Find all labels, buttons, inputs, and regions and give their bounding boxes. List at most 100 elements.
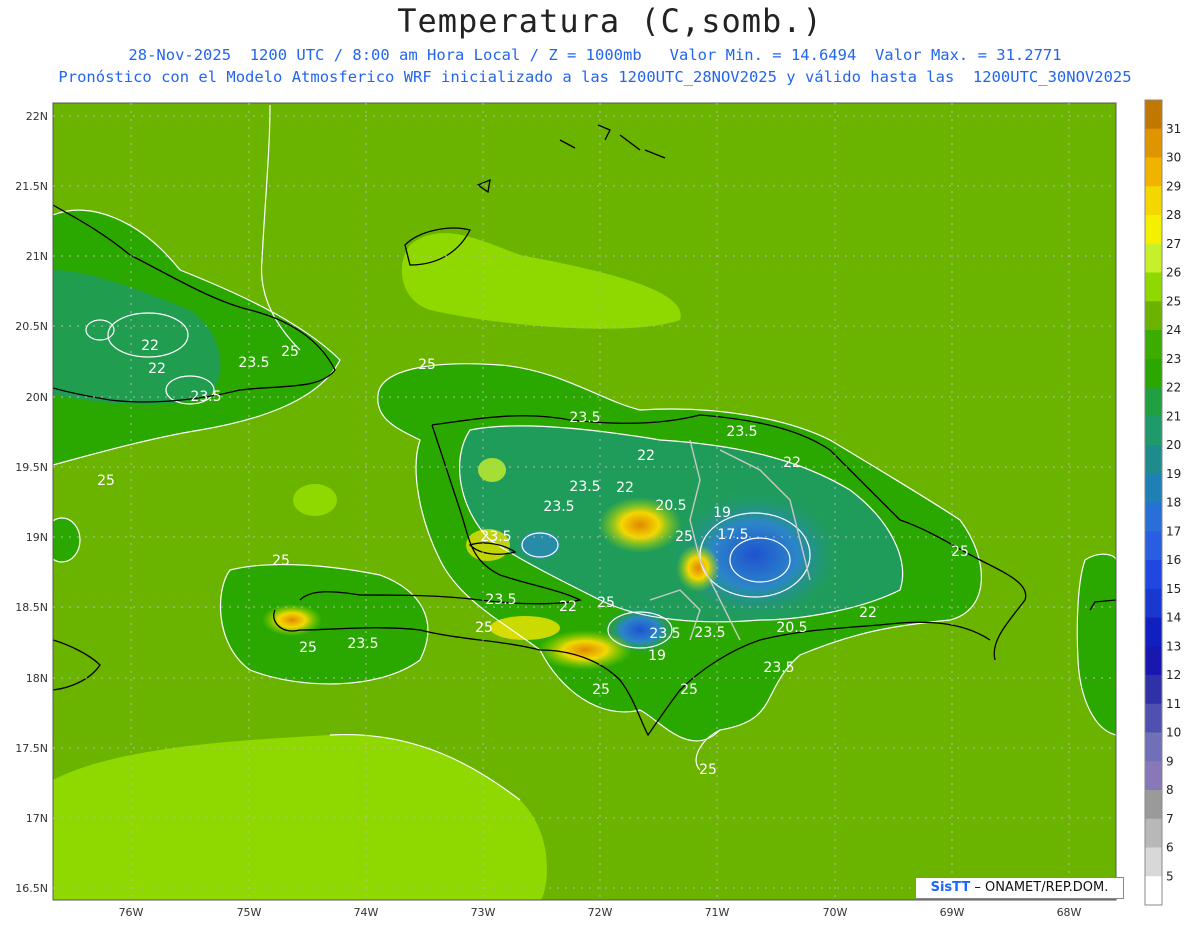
lat-label: 18.5N <box>15 601 48 614</box>
contour-label: 25 <box>299 640 317 656</box>
lat-axis: 22N 21.5N 21N 20.5N 20N 19.5N 19N 18.5N … <box>15 110 48 895</box>
legend-tick-label: 14 <box>1166 611 1181 625</box>
legend-swatch <box>1145 588 1162 618</box>
legend-swatch <box>1145 100 1162 130</box>
contour-label: 22 <box>859 605 877 621</box>
contour-label: 25 <box>281 344 299 360</box>
legend-tick-label: 21 <box>1166 409 1181 423</box>
lat-label: 20N <box>26 391 48 404</box>
lon-label: 69W <box>940 906 965 919</box>
color-legend: 31 30 29 28 27 26 25 24 23 22 21 20 19 18 17 16 15 14 13 12… <box>1144 99 1181 906</box>
legend-swatch <box>1145 330 1162 360</box>
lat-label: 18N <box>26 672 48 685</box>
contour-label: 23.5 <box>543 499 574 515</box>
contour-label: 22 <box>148 361 166 377</box>
legend-tick-label: 19 <box>1166 467 1181 481</box>
legend-tick-label: 28 <box>1166 208 1181 222</box>
legend-tick-label: 16 <box>1166 553 1181 567</box>
legend-tick-label: 27 <box>1166 237 1181 251</box>
hotspot-south-2 <box>490 616 560 640</box>
contour-label: 25 <box>680 682 698 698</box>
legend-tick-label: 12 <box>1166 668 1181 682</box>
lat-label: 19N <box>26 531 48 544</box>
legend-swatch <box>1145 617 1162 647</box>
legend-swatch <box>1145 128 1162 158</box>
legend-swatch <box>1145 732 1162 762</box>
contour-label: 25 <box>272 553 290 569</box>
contour-label: 23.5 <box>726 424 757 440</box>
legend-swatch <box>1145 646 1162 676</box>
contour-label: 25 <box>592 682 610 698</box>
legend-swatch <box>1145 703 1162 733</box>
legend-tick-label: 24 <box>1166 323 1181 337</box>
contour-label: 25 <box>475 620 493 636</box>
legend-tick-label: 23 <box>1166 352 1181 366</box>
contour-label: 22 <box>637 448 655 464</box>
contour-label: 20.5 <box>776 620 807 636</box>
lon-label: 70W <box>823 906 848 919</box>
legend-tick-label: 22 <box>1166 381 1181 395</box>
forecast-map: 22N 21.5N 21N 20.5N 20N 19.5N 19N 18.5N … <box>15 99 1181 919</box>
legend-tick-label: 30 <box>1166 151 1181 165</box>
legend-swatch <box>1145 847 1162 877</box>
contour-label: 25 <box>597 595 615 611</box>
contour-label: 23.5 <box>190 389 221 405</box>
legend-tick-label: 8 <box>1166 783 1174 797</box>
credit-badge: SisTT – ONAMET/REP.DOM. <box>915 877 1124 899</box>
cold-core-3 <box>520 531 560 559</box>
legend-tick-label: 9 <box>1166 754 1174 768</box>
legend-swatch <box>1145 387 1162 417</box>
legend-swatch <box>1145 818 1162 848</box>
contour-label: 23.5 <box>347 636 378 652</box>
legend-tick-label: 31 <box>1166 122 1181 136</box>
contour-label: 19 <box>648 648 666 664</box>
contour-label: 20.5 <box>655 498 686 514</box>
legend-tick-label: 10 <box>1166 726 1181 740</box>
lat-label: 16.5N <box>15 882 48 895</box>
lat-label: 17.5N <box>15 742 48 755</box>
legend-swatch <box>1145 358 1162 388</box>
legend-swatch <box>1145 301 1162 331</box>
legend-swatch <box>1145 186 1162 216</box>
legend-swatch <box>1145 675 1162 705</box>
contour-label: 25 <box>418 357 436 373</box>
legend-swatch <box>1145 761 1162 791</box>
lat-label: 17N <box>26 812 48 825</box>
contour-label: 25 <box>951 544 969 560</box>
hotspot-north <box>478 458 506 482</box>
lat-label: 22N <box>26 110 48 123</box>
contour-label: 22 <box>559 599 577 615</box>
legend-tick-label: 20 <box>1166 438 1181 452</box>
contour-label: 23.5 <box>485 592 516 608</box>
contour-label: 23.5 <box>763 660 794 676</box>
legend-tick-label: 11 <box>1166 697 1181 711</box>
subtitle-run-info: 28-Nov-2025 1200 UTC / 8:00 am Hora Loca… <box>128 46 1062 64</box>
legend-tick-label: 6 <box>1166 841 1174 855</box>
lon-label: 73W <box>471 906 496 919</box>
legend-tick-label: 7 <box>1166 812 1174 826</box>
legend-swatch <box>1145 157 1162 187</box>
legend-swatch <box>1145 473 1162 503</box>
lat-label: 20.5N <box>15 320 48 333</box>
contour-label: 25 <box>699 762 717 778</box>
legend-tick-label: 29 <box>1166 179 1181 193</box>
legend-swatch <box>1145 215 1162 245</box>
contour-label: 22 <box>616 480 634 496</box>
contour-label: 23.5 <box>694 625 725 641</box>
lat-label: 19.5N <box>15 461 48 474</box>
lon-label: 76W <box>119 906 144 919</box>
contour-label: 23.5 <box>238 355 269 371</box>
contour-label: 25 <box>675 529 693 545</box>
warm-patch-mid <box>293 484 337 516</box>
contour-label: 23.5 <box>569 479 600 495</box>
lat-label: 21.5N <box>15 180 48 193</box>
legend-tick-label: 13 <box>1166 639 1181 653</box>
legend-swatch <box>1145 243 1162 273</box>
lon-label: 74W <box>354 906 379 919</box>
legend-swatch <box>1145 502 1162 532</box>
legend-swatch <box>1145 560 1162 590</box>
contour-label: 23.5 <box>569 410 600 426</box>
map-title: Temperatura (C,somb.) <box>397 2 823 40</box>
legend-swatches <box>1145 100 1162 906</box>
lat-label: 21N <box>26 250 48 263</box>
